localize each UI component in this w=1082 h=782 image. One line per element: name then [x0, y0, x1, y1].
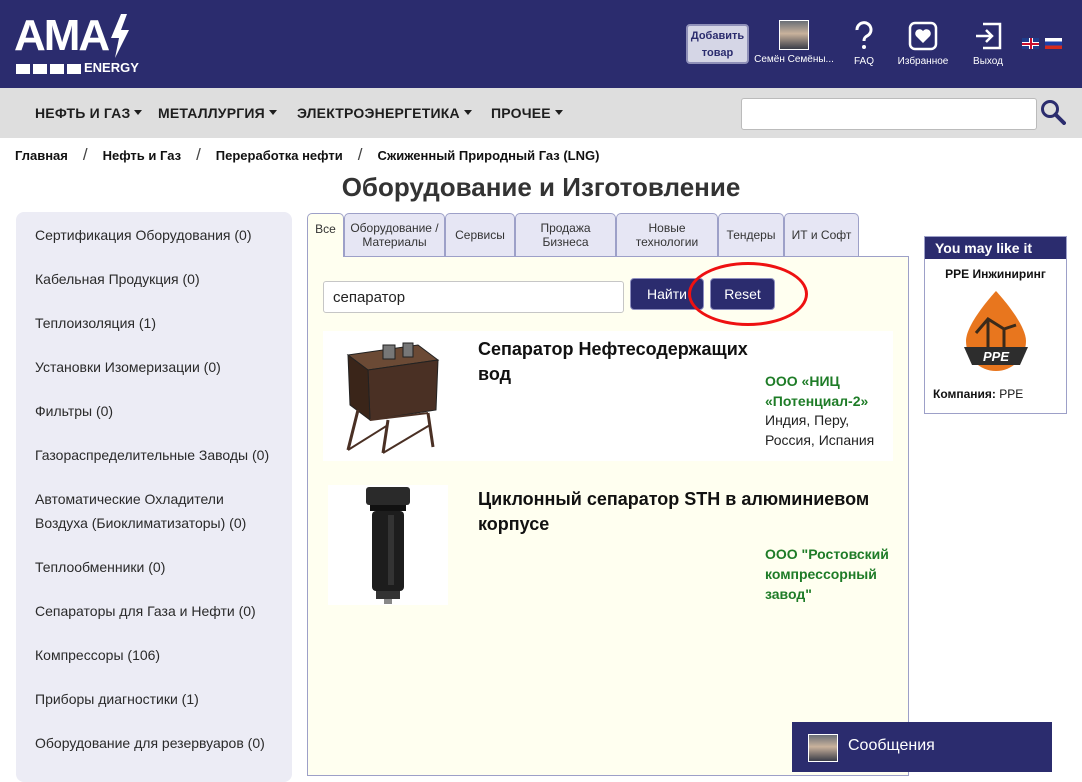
breadcrumb-home[interactable]: Главная: [15, 148, 68, 163]
logo-stripes: [16, 64, 82, 74]
result-title[interactable]: Сепаратор Нефтесодержащих вод: [478, 337, 768, 387]
uk-flag-icon[interactable]: [1022, 38, 1039, 49]
breadcrumb-refining[interactable]: Переработка нефти: [216, 148, 343, 163]
nav-metallurgy[interactable]: МЕТАЛЛУРГИЯ: [158, 105, 277, 121]
breadcrumb-lng[interactable]: Сжиженный Природный Газ (LNG): [377, 148, 599, 163]
result-card[interactable]: Циклонный сепаратор STH в алюминиевом ко…: [323, 481, 893, 611]
logout-label: Выход: [973, 56, 1003, 67]
search-input[interactable]: [323, 281, 624, 313]
breadcrumb-oil-gas[interactable]: Нефть и Газ: [103, 148, 181, 163]
sidebar-item[interactable]: Сертификация Оборудования (0): [35, 223, 280, 247]
language-switcher: [1022, 38, 1062, 49]
faq-label: FAQ: [853, 56, 874, 67]
messages-panel[interactable]: Сообщения: [792, 722, 1052, 772]
tab-all[interactable]: Все: [307, 213, 344, 257]
faq-link[interactable]: FAQ: [846, 20, 882, 67]
widget-company-label: Компания:: [933, 387, 996, 401]
search-icon[interactable]: [1040, 99, 1066, 125]
user-name: Семён Семёны...: [754, 54, 834, 65]
result-company[interactable]: ООО «НИЦ «Потенциал-2»: [765, 371, 885, 411]
sidebar-item[interactable]: Оборудование для резервуаров (0): [35, 731, 280, 755]
sidebar-item[interactable]: Приборы диагностики (1): [35, 687, 280, 711]
result-location: Индия, Перу, Россия, Испания: [765, 412, 875, 448]
result-title[interactable]: Циклонный сепаратор STH в алюминиевом ко…: [478, 487, 888, 537]
tab-it-soft[interactable]: ИТ и Софт: [784, 213, 859, 256]
nav-oil-gas[interactable]: НЕФТЬ И ГАЗ: [35, 105, 142, 121]
avatar: [808, 734, 838, 762]
logout-icon: [972, 20, 1004, 52]
category-sidebar: Сертификация Оборудования (0) Кабельная …: [16, 212, 292, 782]
sidebar-item[interactable]: Газораспределительные Заводы (0): [35, 443, 280, 467]
breadcrumb-separator: /: [196, 145, 201, 164]
result-card[interactable]: Сепаратор Нефтесодержащих вод ООО «НИЦ «…: [323, 331, 893, 461]
sidebar-item[interactable]: Автоматические Охладители Воздуха (Биокл…: [35, 487, 280, 535]
sidebar-item[interactable]: Компрессоры (106): [35, 643, 280, 667]
nav-power[interactable]: ЭЛЕКТРОЭНЕРГЕТИКА: [297, 105, 472, 121]
add-product-button[interactable]: Добавить товар: [686, 24, 749, 64]
sidebar-item[interactable]: Кабельная Продукция (0): [35, 267, 280, 291]
user-profile[interactable]: Семён Семёны...: [752, 20, 836, 65]
tab-business-sale[interactable]: Продажа Бизнеса: [515, 213, 616, 256]
widget-product-name[interactable]: PPE Инжиниринг: [925, 267, 1066, 281]
tab-equipment[interactable]: Оборудование / Материалы: [344, 213, 445, 256]
tab-tenders[interactable]: Тендеры: [718, 213, 784, 256]
ppe-logo: PPE: [964, 291, 1028, 371]
favorites-link[interactable]: Избранное: [893, 20, 953, 67]
messages-label: Сообщения: [848, 737, 935, 754]
highlight-circle: [688, 262, 808, 326]
site-logo[interactable]: AMA ENERGY: [14, 11, 139, 76]
sidebar-item[interactable]: Установки Изомеризации (0): [35, 355, 280, 379]
product-image: [328, 335, 448, 455]
recommendation-widget[interactable]: You may like it PPE Инжиниринг PPE Компа…: [924, 236, 1067, 414]
heart-icon: [907, 20, 939, 52]
logo-text: AMA: [14, 11, 110, 60]
ppe-logo-text: PPE: [983, 349, 1009, 364]
result-company[interactable]: ООО "Ростовский компрессорный завод": [765, 544, 890, 604]
tab-new-tech[interactable]: Новые технологии: [616, 213, 718, 256]
sidebar-item[interactable]: Сепараторы для Газа и Нефти (0): [35, 599, 280, 623]
product-image: [328, 485, 448, 605]
breadcrumb-separator: /: [357, 145, 363, 164]
ru-flag-icon[interactable]: [1045, 38, 1062, 49]
tab-services[interactable]: Сервисы: [445, 213, 515, 256]
breadcrumb-separator: /: [82, 145, 88, 164]
lightning-icon: [111, 14, 129, 58]
sidebar-item[interactable]: Фильтры (0): [35, 399, 280, 423]
site-search-input[interactable]: [741, 98, 1037, 130]
top-header: AMA ENERGY Добавить товар Семён Семёны..…: [0, 0, 1082, 88]
logout-link[interactable]: Выход: [968, 20, 1008, 67]
sidebar-item[interactable]: Теплообменники (0): [35, 555, 280, 579]
breadcrumb: Главная / Нефть и Газ / Переработка нефт…: [15, 145, 599, 165]
sidebar-item[interactable]: Теплоизоляция (1): [35, 311, 280, 335]
page-title: Оборудование и Изготовление: [341, 172, 741, 202]
favorites-label: Избранное: [897, 56, 949, 67]
logo-subtext: ENERGY: [84, 60, 139, 75]
widget-heading: You may like it: [925, 237, 1066, 259]
nav-other[interactable]: ПРОЧЕЕ: [491, 105, 563, 121]
question-icon: [848, 20, 880, 52]
widget-company: Компания: PPE: [933, 387, 1023, 401]
avatar: [779, 20, 809, 50]
widget-company-value: PPE: [999, 387, 1024, 401]
